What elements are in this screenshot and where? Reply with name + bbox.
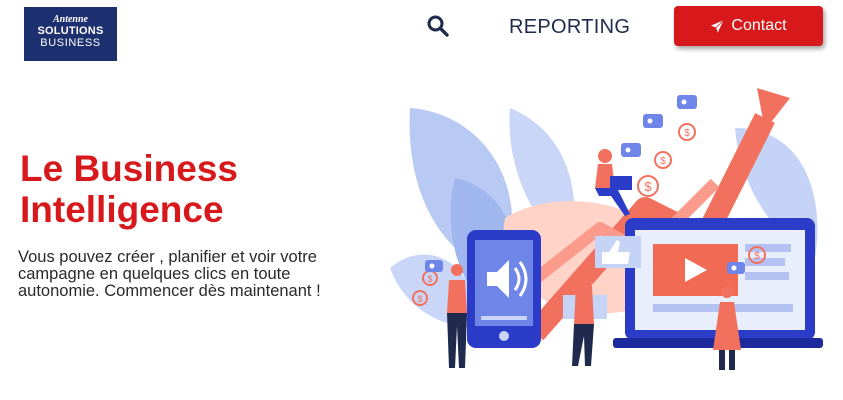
hero-title-line-2: Intelligence bbox=[20, 189, 224, 230]
like-bubble-icon bbox=[727, 262, 745, 274]
business-intelligence-illustration: $ $ $ $ $ $ bbox=[390, 88, 823, 370]
svg-text:$: $ bbox=[754, 251, 760, 262]
logo-line-1: SOLUTIONS bbox=[37, 25, 104, 37]
paper-plane-icon bbox=[711, 19, 725, 33]
contact-button[interactable]: Contact bbox=[674, 6, 823, 46]
laptop-small bbox=[610, 176, 632, 190]
contact-button-label: Contact bbox=[731, 17, 787, 34]
subtitle-line: campagne en quelques clics en toute bbox=[18, 265, 291, 283]
subtitle-line: autonomie. Commencer dès maintenant ! bbox=[18, 282, 321, 300]
brand-logo[interactable]: Antenne SOLUTIONS BUSINESS bbox=[24, 7, 117, 61]
dollar-coin-icon: $ bbox=[654, 151, 672, 169]
like-bubble-icon bbox=[643, 114, 663, 128]
logo-line-2: BUSINESS bbox=[40, 37, 101, 49]
nav-link-reporting[interactable]: REPORTING bbox=[509, 16, 630, 39]
hero-title-line-1: Le Business bbox=[20, 148, 238, 189]
hero-title: Le Business Intelligence bbox=[20, 148, 238, 230]
like-bubble-icon bbox=[621, 143, 641, 157]
like-bubble-icon bbox=[425, 260, 443, 272]
svg-text:$: $ bbox=[427, 274, 432, 284]
svg-text:$: $ bbox=[684, 128, 690, 139]
subtitle-line: Vous pouvez créer , planifier et voir vo… bbox=[18, 249, 317, 266]
search-icon[interactable] bbox=[426, 14, 450, 38]
hero-subtitle: Vous pouvez créer , planifier et voir vo… bbox=[18, 249, 372, 300]
svg-text:$: $ bbox=[644, 179, 652, 194]
like-bubble-icon bbox=[677, 95, 697, 109]
logo-brand-text: Antenne bbox=[52, 14, 88, 25]
svg-text:$: $ bbox=[417, 294, 422, 304]
svg-text:$: $ bbox=[660, 156, 666, 167]
dollar-coin-icon: $ bbox=[678, 123, 696, 141]
dollar-coin-icon: $ bbox=[637, 175, 659, 197]
